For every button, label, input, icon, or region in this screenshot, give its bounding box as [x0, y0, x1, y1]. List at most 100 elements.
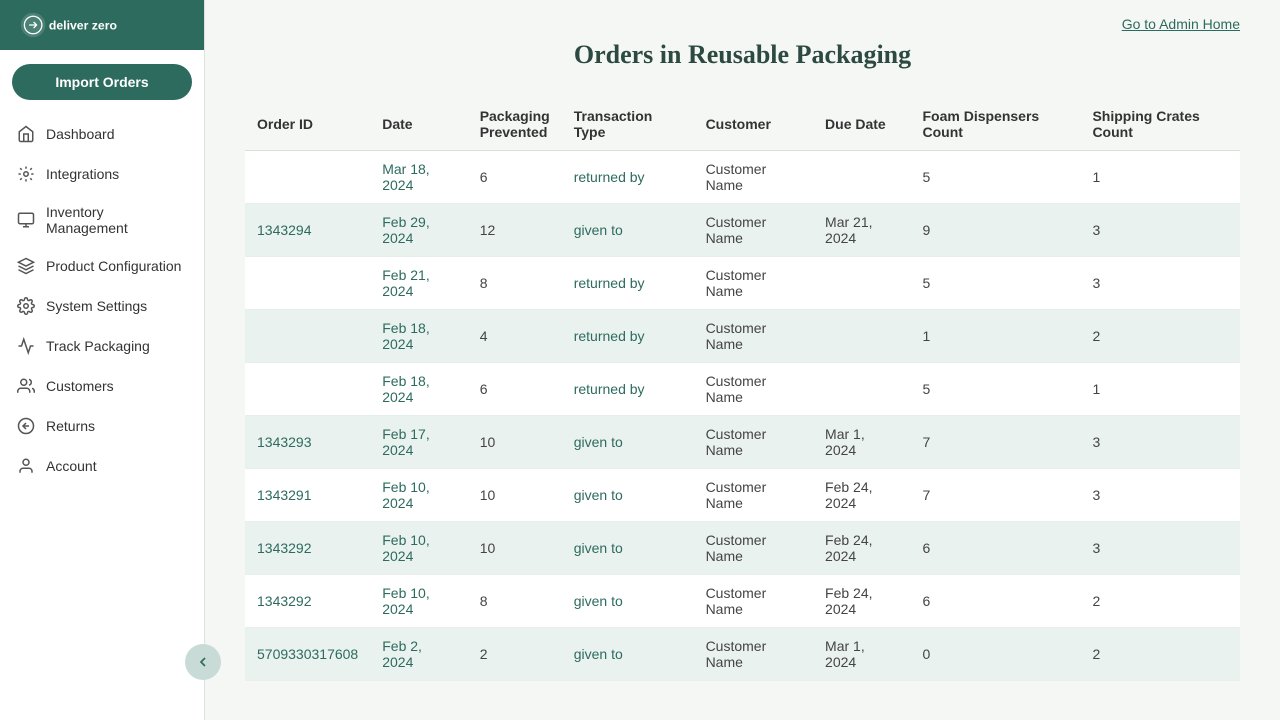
table-row: 1343291Feb 10, 202410given toCustomer Na…	[245, 469, 1240, 522]
table-cell-0: 1343292	[245, 575, 370, 628]
sidebar-item-dashboard[interactable]: Dashboard	[0, 114, 204, 154]
sidebar-item-returns[interactable]: Returns	[0, 406, 204, 446]
table-cell-2: 4	[468, 310, 562, 363]
sidebar-collapse-button[interactable]	[185, 644, 221, 680]
col-transaction-type: Transaction Type	[562, 98, 694, 151]
integrations-icon	[16, 164, 36, 184]
table-cell-1: Mar 18, 2024	[370, 151, 467, 204]
table-cell-6: 7	[910, 469, 1080, 522]
table-cell-7: 3	[1080, 204, 1240, 257]
table-cell-7: 3	[1080, 522, 1240, 575]
import-orders-button[interactable]: Import Orders	[12, 64, 192, 100]
sidebar-item-integrations-label: Integrations	[46, 166, 119, 182]
table-cell-3: given to	[562, 204, 694, 257]
sidebar-item-customers-label: Customers	[46, 378, 114, 394]
table-cell-6: 0	[910, 628, 1080, 681]
table-cell-0	[245, 151, 370, 204]
sidebar-item-product-config[interactable]: Product Configuration	[0, 246, 204, 286]
table-cell-0	[245, 363, 370, 416]
top-bar: Go to Admin Home	[205, 0, 1280, 40]
table-cell-0: 1343292	[245, 522, 370, 575]
table-cell-4: Customer Name	[694, 151, 813, 204]
table-cell-1: Feb 10, 2024	[370, 575, 467, 628]
table-cell-5: Mar 21, 2024	[813, 204, 910, 257]
sidebar-item-inventory[interactable]: Inventory Management	[0, 194, 204, 246]
table-cell-6: 1	[910, 310, 1080, 363]
table-cell-5	[813, 257, 910, 310]
table-cell-0: 1343293	[245, 416, 370, 469]
table-cell-3: given to	[562, 522, 694, 575]
home-icon	[16, 124, 36, 144]
table-cell-3: returned by	[562, 363, 694, 416]
table-cell-0: 5709330317608	[245, 628, 370, 681]
main-content: Go to Admin Home Orders in Reusable Pack…	[205, 0, 1280, 720]
sidebar-item-track-packaging[interactable]: Track Packaging	[0, 326, 204, 366]
table-row: 1343293Feb 17, 202410given toCustomer Na…	[245, 416, 1240, 469]
table-cell-4: Customer Name	[694, 469, 813, 522]
col-packaging-prevented: PackagingPrevented	[468, 98, 562, 151]
table-cell-5: Mar 1, 2024	[813, 416, 910, 469]
table-cell-6: 7	[910, 416, 1080, 469]
table-cell-5	[813, 363, 910, 416]
sidebar-item-product-config-label: Product Configuration	[46, 258, 181, 274]
table-row: Feb 21, 20248returned byCustomer Name53	[245, 257, 1240, 310]
product-icon	[16, 256, 36, 276]
col-foam-count: Foam Dispensers Count	[910, 98, 1080, 151]
table-cell-1: Feb 17, 2024	[370, 416, 467, 469]
orders-table: Order ID Date PackagingPrevented Transac…	[245, 98, 1240, 681]
table-cell-2: 2	[468, 628, 562, 681]
table-row: 1343292Feb 10, 20248given toCustomer Nam…	[245, 575, 1240, 628]
table-cell-3: given to	[562, 416, 694, 469]
table-cell-5	[813, 151, 910, 204]
table-cell-2: 8	[468, 257, 562, 310]
col-crates-count: Shipping Crates Count	[1080, 98, 1240, 151]
table-row: 1343292Feb 10, 202410given toCustomer Na…	[245, 522, 1240, 575]
table-cell-7: 2	[1080, 310, 1240, 363]
table-cell-2: 8	[468, 575, 562, 628]
table-cell-2: 10	[468, 469, 562, 522]
table-cell-4: Customer Name	[694, 522, 813, 575]
table-cell-3: given to	[562, 575, 694, 628]
sidebar-item-account[interactable]: Account	[0, 446, 204, 486]
table-cell-1: Feb 18, 2024	[370, 310, 467, 363]
table-cell-2: 10	[468, 522, 562, 575]
table-cell-6: 9	[910, 204, 1080, 257]
table-cell-0	[245, 257, 370, 310]
table-cell-6: 5	[910, 257, 1080, 310]
table-cell-4: Customer Name	[694, 628, 813, 681]
table-row: 1343294Feb 29, 202412given toCustomer Na…	[245, 204, 1240, 257]
orders-table-container: Order ID Date PackagingPrevented Transac…	[205, 98, 1280, 720]
table-body: Mar 18, 20246returned byCustomer Name511…	[245, 151, 1240, 681]
table-cell-6: 6	[910, 575, 1080, 628]
table-cell-0: 1343291	[245, 469, 370, 522]
table-cell-7: 1	[1080, 363, 1240, 416]
table-cell-1: Feb 10, 2024	[370, 522, 467, 575]
table-cell-4: Customer Name	[694, 257, 813, 310]
table-cell-2: 6	[468, 363, 562, 416]
table-cell-1: Feb 2, 2024	[370, 628, 467, 681]
table-cell-5: Mar 1, 2024	[813, 628, 910, 681]
track-icon	[16, 336, 36, 356]
table-cell-4: Customer Name	[694, 204, 813, 257]
page-title: Orders in Reusable Packaging	[205, 40, 1280, 70]
sidebar-item-customers[interactable]: Customers	[0, 366, 204, 406]
table-cell-7: 2	[1080, 575, 1240, 628]
sidebar-item-dashboard-label: Dashboard	[46, 126, 115, 142]
admin-home-link[interactable]: Go to Admin Home	[1122, 16, 1240, 32]
table-header-row: Order ID Date PackagingPrevented Transac…	[245, 98, 1240, 151]
table-cell-5	[813, 310, 910, 363]
sidebar-item-track-packaging-label: Track Packaging	[46, 338, 150, 354]
table-cell-6: 5	[910, 151, 1080, 204]
table-cell-4: Customer Name	[694, 416, 813, 469]
sidebar-item-system-settings[interactable]: System Settings	[0, 286, 204, 326]
sidebar-item-account-label: Account	[46, 458, 97, 474]
table-row: 5709330317608Feb 2, 20242given toCustome…	[245, 628, 1240, 681]
table-cell-2: 12	[468, 204, 562, 257]
sidebar-item-integrations[interactable]: Integrations	[0, 154, 204, 194]
col-due-date: Due Date	[813, 98, 910, 151]
table-cell-5: Feb 24, 2024	[813, 469, 910, 522]
table-cell-7: 1	[1080, 151, 1240, 204]
table-cell-2: 10	[468, 416, 562, 469]
table-cell-7: 3	[1080, 416, 1240, 469]
table-cell-2: 6	[468, 151, 562, 204]
